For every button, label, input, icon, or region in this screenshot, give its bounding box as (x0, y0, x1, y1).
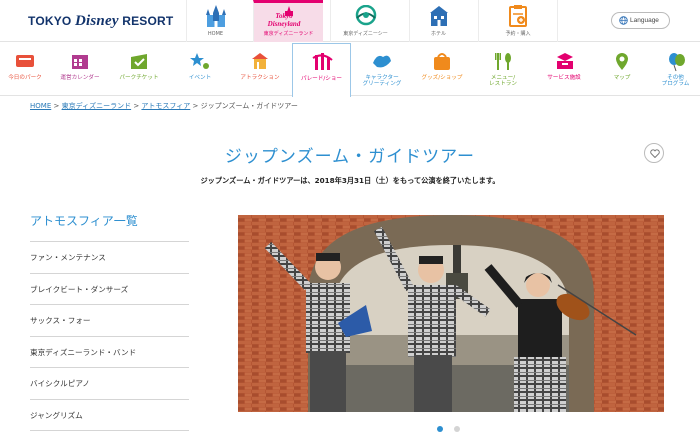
nav-item-label: イベント (188, 75, 212, 81)
nav-item-parade-show[interactable]: パレード/ショー (292, 43, 351, 97)
parade-icon (311, 52, 333, 77)
nav-item-map[interactable]: マップ (596, 43, 648, 96)
top-header: TOKYO Disney RESORT HOME Tokyo Disneyland… (0, 0, 700, 42)
service-icon (553, 51, 575, 76)
nav-item-calendar[interactable]: 運営カレンダー (51, 43, 109, 96)
nav-item-label: アトラクション (240, 75, 280, 81)
nav-item-park-ticket[interactable]: パークチケット (110, 43, 168, 96)
performers-photo (238, 215, 664, 412)
top-nav-hotel[interactable]: ホテル (409, 0, 467, 42)
breadcrumb-home[interactable]: HOME (30, 102, 51, 110)
nav-item-attraction[interactable]: アトラクション (231, 43, 289, 96)
nav-item-label: 運営カレンダー (60, 75, 100, 81)
hotel-icon (429, 6, 448, 26)
top-nav-home[interactable]: HOME (186, 0, 244, 42)
nav-item-label: メニュー/ レストラン (489, 75, 517, 87)
sidebar-item-sax-four[interactable]: サックス・フォー (30, 305, 189, 337)
closing-notice: ジップンズーム・ガイドツアーは、2018年3月31日（土）をもって公演を終了いた… (200, 176, 500, 185)
nav-item-label: キャラクター グリーティング (362, 75, 402, 87)
nav-item-label: その他 プログラム (661, 75, 690, 87)
top-nav-label: 東京ディズニーランド (263, 31, 314, 37)
shop-bag-icon (431, 51, 453, 76)
language-label: Language (630, 17, 659, 24)
character-icon (371, 51, 393, 76)
today-icon (14, 51, 36, 76)
breadcrumb-separator: > (51, 102, 62, 110)
nav-item-other-program[interactable]: その他 プログラム (651, 43, 700, 96)
breadcrumb-current: ジップンズーム・ガイドツアー (200, 102, 298, 110)
top-nav-tokyo-disneysea[interactable]: 東京ディズニーシー (330, 0, 400, 42)
atmosphere-sidebar: アトモスフィア一覧 ファン・メンテナンス ブレイクビート・ダンサーズ サックス・… (30, 212, 189, 431)
heart-icon (650, 149, 660, 158)
disneysea-logo (355, 5, 376, 26)
breadcrumb-separator: > (131, 102, 142, 110)
nav-item-character-greeting[interactable]: キャラクター グリーティング (353, 43, 411, 96)
breadcrumb-separator: > (190, 102, 201, 110)
attraction-icon (249, 51, 271, 76)
sidebar-item-bicycle-piano[interactable]: バイシクルピアノ (30, 368, 189, 400)
breadcrumb-atmosphere[interactable]: アトモスフィア (141, 102, 190, 110)
sidebar-item-fun-maintenance[interactable]: ファン・メンテナンス (30, 242, 189, 274)
nav-item-label: パレード/ショー (300, 76, 343, 82)
top-nav-label: ホテル (430, 31, 446, 37)
castle-icon (205, 5, 226, 27)
tokyo-disneyland-logo: Tokyo Disneyland (267, 12, 301, 28)
sidebar-heading: アトモスフィア一覧 (30, 212, 189, 242)
sidebar-item-breakbeat-dancers[interactable]: ブレイクビート・ダンサーズ (30, 274, 189, 305)
language-button[interactable]: Language (611, 12, 670, 29)
nav-item-label: マップ (613, 75, 631, 81)
breadcrumb: HOME > 東京ディズニーランド > アトモスフィア > ジップンズーム・ガイ… (30, 101, 298, 111)
top-nav-label: HOME (207, 31, 224, 37)
top-nav-label: 東京ディズニーシー (343, 31, 388, 37)
category-nav: 今日のパーク 運営カレンダー パークチケット イベント アトラクション パレード/ショー キ… (0, 43, 700, 97)
nav-item-label: グッズ/ショップ (421, 75, 463, 81)
top-nav-label: 予約・購入 (505, 31, 531, 37)
event-stars-icon (189, 51, 211, 76)
carousel-photo[interactable] (238, 215, 664, 412)
nav-item-service[interactable]: サービス施設 (534, 43, 594, 96)
nav-item-event[interactable]: イベント (172, 43, 228, 96)
nav-item-label: サービス施設 (547, 75, 581, 81)
nav-item-menu-restaurant[interactable]: メニュー/ レストラン (474, 43, 532, 96)
carousel-dot-active[interactable] (437, 426, 443, 432)
top-nav-reservation[interactable]: 予約・購入 (478, 0, 558, 42)
nav-item-goods-shop[interactable]: グッズ/ショップ (413, 43, 471, 96)
carousel-dot[interactable] (454, 426, 460, 432)
favorite-button[interactable] (644, 143, 664, 163)
sidebar-item-jungle-rhythm[interactable]: ジャングリズム (30, 400, 189, 431)
breadcrumb-tokyo-disneyland[interactable]: 東京ディズニーランド (62, 102, 132, 110)
nav-item-label: パークチケット (119, 75, 159, 81)
tokyo-disney-resort-logo[interactable]: TOKYO Disney RESORT (28, 13, 173, 30)
top-nav-tokyo-disneyland[interactable]: Tokyo Disneyland 東京ディズニーランド (253, 0, 323, 42)
menu-icon (492, 51, 514, 76)
map-pin-icon (611, 51, 633, 76)
nav-item-today-park[interactable]: 今日のパーク (2, 43, 48, 96)
balloon-icon (665, 51, 687, 76)
nav-item-label: 今日のパーク (8, 75, 42, 81)
calendar-icon (69, 51, 91, 76)
page-title: ジップンズーム・ガイドツアー (224, 147, 476, 167)
reservation-icon (509, 5, 527, 27)
ticket-icon (128, 51, 150, 76)
globe-icon (619, 16, 628, 25)
sidebar-item-tdl-band[interactable]: 東京ディズニーランド・バンド (30, 337, 189, 368)
